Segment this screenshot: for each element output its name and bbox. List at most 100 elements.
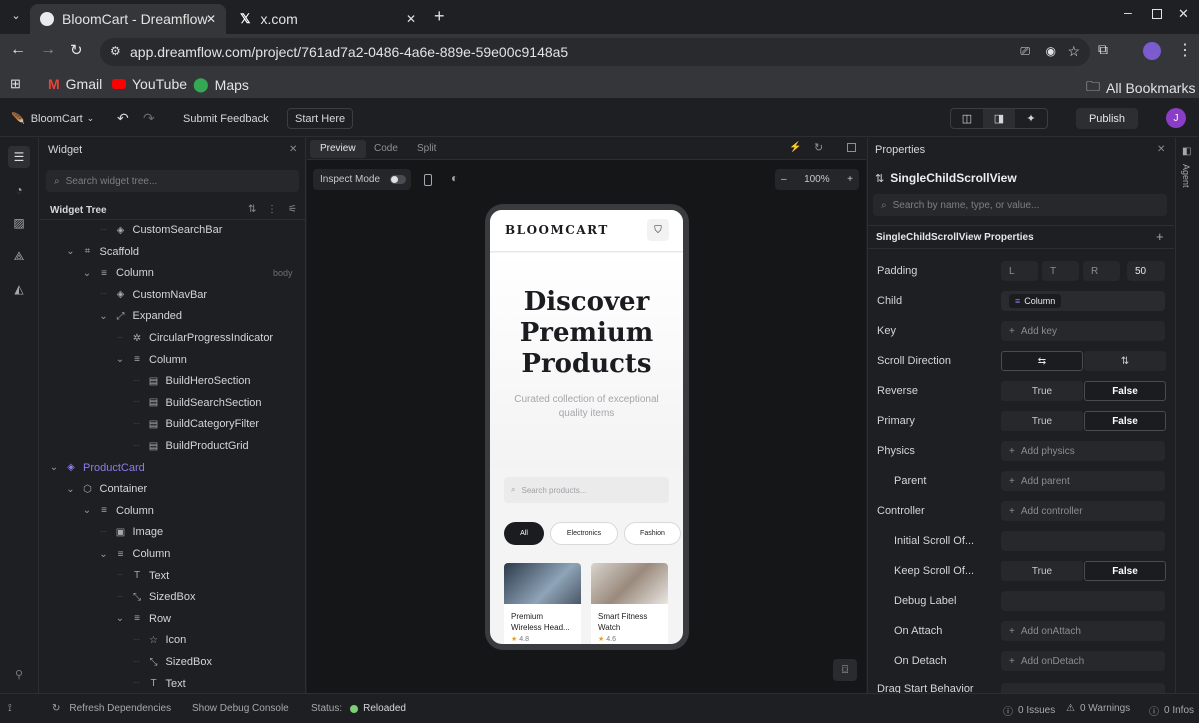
widget-search-input[interactable]: ⌕ Search widget tree... <box>46 170 299 192</box>
keep-scroll-false-option[interactable]: False <box>1084 561 1166 581</box>
add-property-icon[interactable]: + <box>1156 229 1164 244</box>
toggle-switch[interactable] <box>390 175 407 184</box>
bookmark-star-icon[interactable]: ☆ <box>1067 43 1080 60</box>
zoom-in-icon[interactable]: + <box>847 174 853 185</box>
tree-item[interactable]: ⌄ ⬡ Container <box>40 479 305 499</box>
tab-search-chevron-icon[interactable]: ⌄ <box>8 9 24 25</box>
close-tab-icon[interactable]: ✕ <box>406 12 416 26</box>
minimize-icon[interactable]: – <box>1124 4 1132 20</box>
warnings-count[interactable]: ⚠ 0 Warnings <box>1066 703 1130 714</box>
dark-mode-icon[interactable]: ◐ <box>451 171 458 185</box>
tree-item[interactable]: ┈ ▤ BuildProductGrid <box>40 436 305 456</box>
publish-button[interactable]: Publish <box>1076 108 1138 129</box>
install-app-icon[interactable]: ⎚ <box>1020 44 1030 59</box>
tree-item[interactable]: ┈ ✲ CircularProgressIndicator <box>40 328 305 348</box>
vertical-scroll-icon[interactable]: ⇅ <box>1084 351 1166 371</box>
new-tab-icon[interactable]: + <box>434 6 445 27</box>
chevron-down-icon[interactable]: ⌄ <box>48 462 60 473</box>
tree-item[interactable]: ┈ T Text <box>40 674 305 693</box>
tree-item[interactable]: ⌄ ≡ Column <box>40 544 305 564</box>
add-controller-field[interactable]: + Add controller <box>1001 501 1165 521</box>
tree-item[interactable]: ┈ T Text <box>40 566 305 586</box>
reload-icon[interactable]: ↻ <box>70 41 83 59</box>
tree-item[interactable]: ┈ ◈ CustomNavBar <box>40 285 305 305</box>
extensions-icon[interactable]: ⧉ <box>1098 41 1108 58</box>
add-key-field[interactable]: + Add key <box>1001 321 1165 341</box>
user-avatar[interactable]: J <box>1166 108 1186 128</box>
category-chip-electronics[interactable]: Electronics <box>550 522 618 545</box>
chevron-down-icon[interactable]: ⌄ <box>114 613 126 624</box>
chevron-down-icon[interactable]: ⌄ <box>65 246 77 257</box>
screenshot-camera-icon[interactable]: ⌼ <box>833 659 857 681</box>
assets-image-icon[interactable]: ▨ <box>8 212 30 234</box>
all-bookmarks[interactable]: 🗀 All Bookmarks <box>1086 76 1195 100</box>
infos-count[interactable]: ⓘ 0 Infos <box>1149 703 1194 718</box>
tab-split[interactable]: Split <box>417 140 436 158</box>
padding-right-input[interactable]: R <box>1083 261 1120 281</box>
child-chip[interactable]: ≡ Column <box>1009 294 1062 308</box>
add-on-detach-field[interactable]: + Add onDetach <box>1001 651 1165 671</box>
browser-tab-active[interactable]: BloomCart - Dreamflow ✕ <box>30 4 226 34</box>
tree-item[interactable]: ⌄ ◈ ProductCard <box>40 458 305 478</box>
close-tab-icon[interactable]: ✕ <box>206 12 216 26</box>
tree-item[interactable]: ⌄ ⤢ Expanded <box>40 306 305 326</box>
restore-icon[interactable] <box>1152 9 1162 19</box>
widget-tree-icon[interactable]: ☰ <box>8 146 30 168</box>
reverse-false-option[interactable]: False <box>1084 381 1166 401</box>
close-window-icon[interactable]: ✕ <box>1178 6 1189 22</box>
debug-label-input[interactable] <box>1001 591 1165 611</box>
apps-grid-icon[interactable]: ⊞ <box>10 76 21 92</box>
refresh-dependencies-button[interactable]: ↻ Refresh Dependencies <box>52 703 171 714</box>
project-menu[interactable]: 🪶 BloomCart ⌄ <box>4 108 101 129</box>
bookmark-gmail[interactable]: M Gmail <box>48 76 102 92</box>
tree-item[interactable]: ┈ ▤ BuildHeroSection <box>40 371 305 391</box>
hot-reload-icon[interactable]: ⚡ <box>789 142 801 153</box>
agent-sparkle-icon[interactable]: ✦ <box>1015 109 1047 128</box>
agent-tab[interactable]: Agent <box>1181 164 1191 188</box>
profile-avatar[interactable] <box>1143 42 1161 60</box>
tree-item[interactable]: ┈ ▣ Image <box>40 522 305 542</box>
tree-item[interactable]: ┈ ☆ Icon <box>40 630 305 650</box>
bookmark-maps[interactable]: ⬤ Maps <box>193 76 249 93</box>
product-search-input[interactable]: ⌕ Search products... <box>504 477 669 503</box>
site-info-icon[interactable]: ⚙ <box>110 44 121 58</box>
product-card[interactable]: Premium Wireless Head... ★ 4.8 <box>504 563 581 644</box>
agent-panel-icon[interactable]: ◧ <box>1182 146 1191 157</box>
submit-feedback-button[interactable]: Submit Feedback <box>176 108 276 129</box>
chevron-down-icon[interactable]: ⌄ <box>65 484 77 495</box>
padding-bottom-input[interactable]: 50 <box>1127 261 1165 281</box>
settings-icon[interactable]: ⚲ <box>8 663 30 685</box>
tree-item[interactable]: ┈ ▤ BuildCategoryFilter <box>40 414 305 434</box>
add-physics-field[interactable]: + Add physics <box>1001 441 1165 461</box>
child-selector[interactable]: ≡ Column <box>1001 291 1165 311</box>
product-card[interactable]: Smart Fitness Watch ★ 4.6 <box>591 563 668 644</box>
category-chip-all[interactable]: All <box>504 522 544 545</box>
undo-icon[interactable]: ↶ <box>110 108 136 129</box>
filter-icon[interactable]: ⚟ <box>288 204 297 215</box>
zoom-out-icon[interactable]: – <box>781 174 787 185</box>
forward-icon[interactable]: → <box>40 41 56 59</box>
initial-scroll-offset-input[interactable] <box>1001 531 1165 551</box>
tree-item[interactable]: ┈ ⤡ SizedBox <box>40 652 305 672</box>
close-panel-icon[interactable]: ✕ <box>289 144 297 155</box>
primary-true-option[interactable]: True <box>1001 411 1083 431</box>
tree-item[interactable]: ⌄ ≡ Column body <box>40 263 305 283</box>
reverse-true-option[interactable]: True <box>1001 381 1083 401</box>
theme-palette-icon[interactable]: ◔ <box>8 179 30 201</box>
debug-console-button[interactable]: Show Debug Console <box>192 703 289 714</box>
branch-icon[interactable]: ⟟ <box>8 703 12 714</box>
tree-item[interactable]: ⌄ ≡ Row <box>40 609 305 629</box>
tree-item[interactable]: ⌄ ⌗ Scaffold <box>40 242 305 262</box>
firebase-icon[interactable]: ◭ <box>8 278 30 300</box>
keep-scroll-true-option[interactable]: True <box>1001 561 1083 581</box>
chevron-down-icon[interactable]: ⌄ <box>81 268 93 279</box>
back-icon[interactable]: ← <box>10 41 26 59</box>
add-parent-field[interactable]: + Add parent <box>1001 471 1165 491</box>
browser-menu-icon[interactable]: ⋮ <box>1177 40 1193 60</box>
inspect-mode-toggle[interactable]: Inspect Mode <box>313 169 411 190</box>
tree-item[interactable]: ⌄ ≡ Column <box>40 501 305 521</box>
bookmark-youtube[interactable]: YouTube <box>112 76 187 92</box>
left-panel-toggle-icon[interactable]: ◫ <box>951 109 983 128</box>
chevron-down-icon[interactable]: ⌄ <box>98 549 110 560</box>
tracking-protection-icon[interactable]: ◉ <box>1046 44 1056 58</box>
